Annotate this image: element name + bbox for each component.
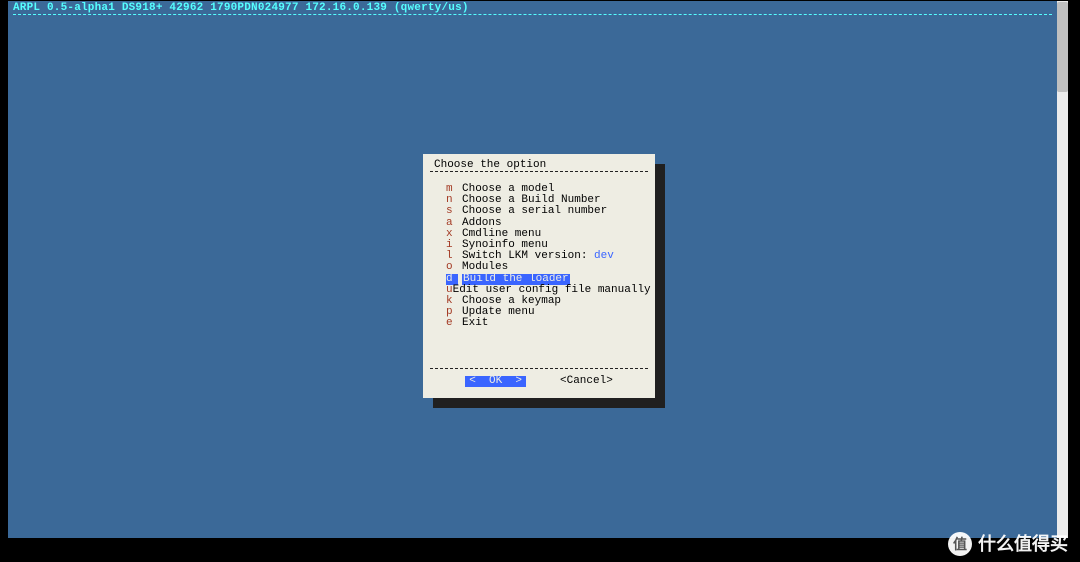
menu-item-label: Modules bbox=[462, 262, 508, 273]
menu-item-o[interactable]: oModules bbox=[446, 262, 644, 273]
header-status-line: ARPL 0.5-alpha1 DS918+ 42962 1790PDN0249… bbox=[13, 3, 469, 14]
header-divider bbox=[13, 14, 1052, 15]
watermark-text: 什么值得买 bbox=[978, 535, 1068, 553]
menu-item-e[interactable]: eExit bbox=[446, 318, 644, 329]
menu-item-label: Build the loader bbox=[462, 274, 570, 285]
menu-item-key: d bbox=[446, 274, 458, 285]
menu-item-label: Exit bbox=[462, 318, 488, 329]
terminal-screen: ARPL 0.5-alpha1 DS918+ 42962 1790PDN0249… bbox=[8, 1, 1057, 538]
dialog-border-bottom bbox=[430, 368, 648, 369]
scrollbar-track[interactable] bbox=[1057, 1, 1068, 538]
watermark: 值 什么值得买 bbox=[948, 532, 1068, 556]
menu-item-s[interactable]: sChoose a serial number bbox=[446, 206, 644, 217]
menu-item-label: Addons bbox=[462, 218, 502, 229]
scrollbar-thumb[interactable] bbox=[1057, 2, 1068, 92]
ok-button[interactable]: < OK > bbox=[465, 376, 526, 387]
menu-item-label: Choose a serial number bbox=[462, 206, 607, 217]
menu-item-extra: dev bbox=[594, 250, 614, 262]
dialog-border-top bbox=[430, 171, 648, 172]
cancel-button[interactable]: <Cancel> bbox=[560, 376, 613, 387]
menu-item-key: e bbox=[446, 318, 462, 329]
window-frame: ARPL 0.5-alpha1 DS918+ 42962 1790PDN0249… bbox=[0, 0, 1080, 562]
watermark-badge-icon: 值 bbox=[948, 532, 972, 556]
dialog-title: Choose the option bbox=[434, 160, 546, 171]
menu-item-d[interactable]: d Build the loader bbox=[446, 274, 644, 285]
menu-item-key: o bbox=[446, 262, 462, 273]
menu-item-key: s bbox=[446, 206, 462, 217]
dialog-buttons: < OK > <Cancel> bbox=[430, 374, 648, 389]
menu-item-key: a bbox=[446, 218, 462, 229]
main-menu-dialog: Choose the option mChoose a modelnChoose… bbox=[423, 154, 655, 398]
menu-list: mChoose a modelnChoose a Build NumbersCh… bbox=[446, 184, 644, 329]
